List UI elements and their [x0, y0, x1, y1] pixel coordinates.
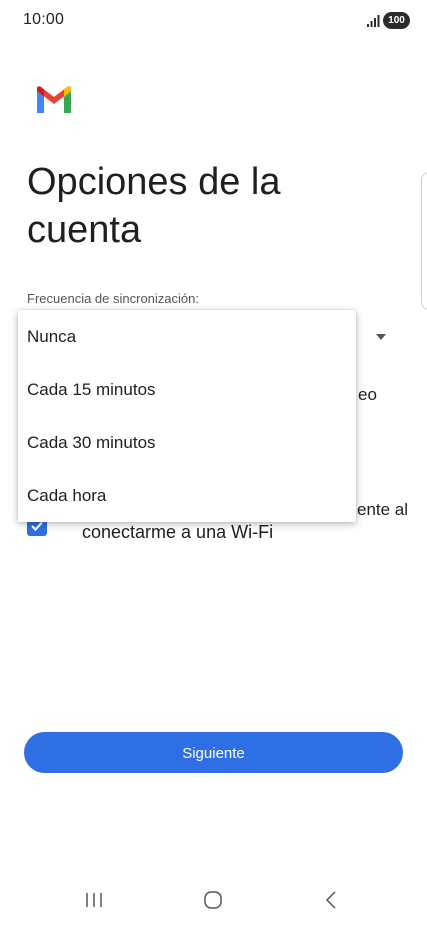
- navigation-bar: [0, 880, 427, 920]
- dropdown-arrow-icon[interactable]: [376, 334, 386, 340]
- home-icon[interactable]: [203, 890, 223, 910]
- page-title-line-2: cuenta: [27, 209, 142, 251]
- menu-item-15-minutos[interactable]: Cada 15 minutos: [18, 363, 356, 416]
- sync-frequency-label: Frecuencia de sincronización:: [27, 291, 199, 306]
- recent-apps-icon[interactable]: [84, 890, 104, 910]
- page-title-line-1: Opciones de la: [27, 161, 281, 203]
- menu-item-cada-hora[interactable]: Cada hora: [18, 469, 356, 522]
- battery-indicator: 100: [383, 12, 410, 29]
- sync-frequency-menu: Nunca Cada 15 minutos Cada 30 minutos Ca…: [18, 310, 356, 522]
- next-button[interactable]: Siguiente: [24, 732, 403, 773]
- wifi-sync-label: conectarme a una Wi-Fi: [82, 522, 274, 542]
- obscured-checkbox-text: ente al: [357, 500, 409, 519]
- page-title: Opciones de la cuenta: [27, 158, 367, 254]
- obscured-option-text: eo: [358, 385, 377, 404]
- edge-panel-handle[interactable]: [421, 172, 427, 310]
- menu-item-30-minutos[interactable]: Cada 30 minutos: [18, 416, 356, 469]
- status-time: 10:00: [23, 11, 65, 28]
- status-bar: 10:00 100: [0, 0, 427, 44]
- menu-item-nunca[interactable]: Nunca: [18, 310, 356, 363]
- signal-bars-icon: [367, 15, 380, 27]
- back-icon[interactable]: [322, 890, 342, 910]
- gmail-logo-icon: [37, 86, 71, 113]
